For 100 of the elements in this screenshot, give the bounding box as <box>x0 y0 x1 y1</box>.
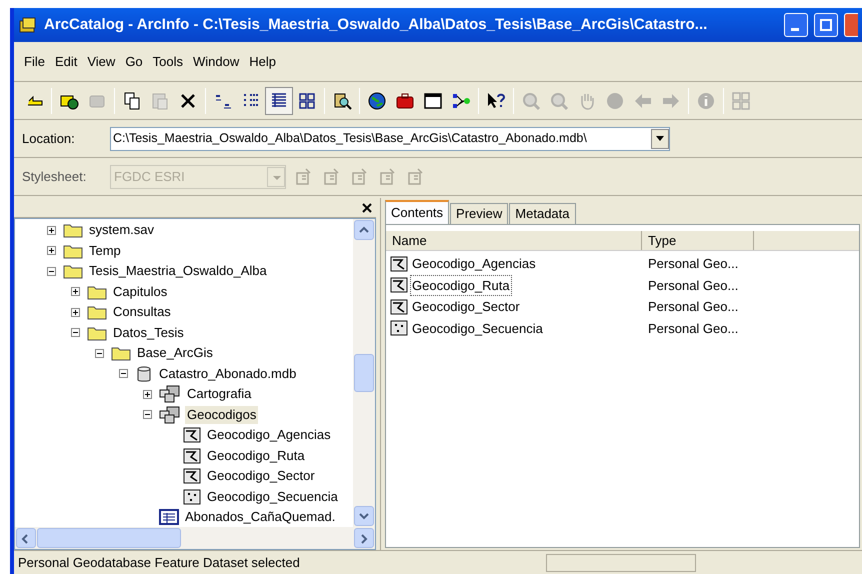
close-icon[interactable] <box>362 202 372 212</box>
grid-icon <box>731 90 751 110</box>
whats-this-help-icon <box>486 90 506 110</box>
point-feature-class-icon <box>390 320 408 336</box>
tree-item[interactable]: Catastro_Abonado.mdb <box>157 364 298 383</box>
expand-icon[interactable] <box>143 390 152 399</box>
collapse-icon[interactable] <box>143 410 152 420</box>
table-icon <box>159 509 179 526</box>
tab[interactable]: Preview <box>450 203 508 224</box>
expand-icon[interactable] <box>47 226 56 235</box>
collapse-icon[interactable] <box>47 266 56 276</box>
table-cell[interactable]: Geocodigo_Secuencia <box>410 318 545 339</box>
point-feature-class-icon <box>183 488 201 505</box>
line-feature-class-icon <box>390 256 408 272</box>
folder-icon <box>87 304 107 320</box>
menu-item[interactable]: Go <box>125 52 143 72</box>
tree-item[interactable]: system.sav <box>87 221 156 240</box>
collapse-icon[interactable] <box>119 369 128 378</box>
copy-icon <box>122 90 142 110</box>
tree-item[interactable]: Base_ArcGis <box>135 344 215 362</box>
stylesheet-label: Stylesheet: <box>22 168 88 186</box>
line-feature-class-icon <box>183 468 201 484</box>
tree-item[interactable]: Capitulos <box>111 282 170 301</box>
collapse-icon[interactable] <box>95 348 104 358</box>
table-cell-text: Personal Geo... <box>647 255 738 273</box>
menu-item[interactable]: Tools <box>152 52 184 72</box>
toolbox-icon <box>395 90 415 110</box>
paste-icon <box>150 90 170 110</box>
line-feature-class-icon <box>390 298 408 315</box>
database-icon <box>135 364 153 383</box>
globe-icon <box>367 90 387 110</box>
scroll-thumb[interactable] <box>37 528 181 548</box>
zoom-out-icon <box>549 90 569 110</box>
scroll-thumb[interactable] <box>354 354 374 392</box>
menu-item[interactable]: Help <box>249 52 276 72</box>
tree-item[interactable]: Temp <box>87 242 123 260</box>
vertical-scrollbar[interactable] <box>353 219 375 527</box>
zoom-in-icon <box>521 90 541 110</box>
folder-icon <box>111 345 131 362</box>
tree-item[interactable]: Geocodigo_Ruta <box>205 446 307 465</box>
tree-item[interactable]: Consultas <box>111 303 173 322</box>
app-icon <box>18 15 38 35</box>
tree-item[interactable]: Abonados_CañaQuemad. <box>183 508 338 526</box>
table-cell-text: Personal Geo... <box>647 320 738 338</box>
column-header[interactable]: Type <box>642 231 754 250</box>
horizontal-scrollbar[interactable] <box>15 527 375 549</box>
dataset-icon <box>159 406 181 424</box>
tree-item[interactable]: Cartografia <box>185 385 254 404</box>
column-header[interactable]: Name <box>386 231 642 250</box>
tab[interactable]: Metadata <box>509 203 576 224</box>
info-icon <box>696 90 716 110</box>
expand-icon[interactable] <box>71 308 80 317</box>
table-cell[interactable]: Geocodigo_Agencias <box>410 253 538 274</box>
location-field[interactable]: C:\Tesis_Maestria_Oswaldo_Alba\Datos_Tesis\Base_ArcGis\Catastro_Abonado.mdb\ <box>110 126 670 150</box>
search-icon <box>332 90 352 110</box>
minimize-button[interactable] <box>784 13 808 37</box>
folder-icon <box>63 222 83 238</box>
caret-icon <box>267 166 285 186</box>
tree-item[interactable]: Geocodigo_Sector <box>205 467 317 486</box>
line-feature-class-icon <box>183 448 201 464</box>
line-feature-class-icon <box>390 277 408 294</box>
folder-icon <box>63 263 83 280</box>
collapse-icon[interactable] <box>71 328 80 338</box>
line-feature-class-icon <box>183 427 201 444</box>
menu-item[interactable]: File <box>24 52 45 72</box>
window-title: ArcCatalog - ArcInfo - C:\Tesis_Maestria_Oswaldo_Alba\Datos_Tesis\Base_ArcGis\Catastro... <box>44 14 708 35</box>
minimize-icon <box>791 28 801 31</box>
expand-icon[interactable] <box>71 287 80 296</box>
toolbar-button[interactable] <box>265 86 293 114</box>
tab[interactable]: Contents <box>385 200 450 224</box>
maximize-icon <box>820 19 832 31</box>
tree-item[interactable]: Tesis_Maestria_Oswaldo_Alba <box>87 262 269 280</box>
status-text: Personal Geodatabase Feature Dataset selected <box>17 554 301 572</box>
folder-icon <box>87 284 107 300</box>
menu-item[interactable]: View <box>87 52 116 72</box>
menu-item[interactable]: Edit <box>54 52 78 72</box>
dataset-icon <box>159 385 181 404</box>
table-cell-text: Personal Geo... <box>647 298 738 316</box>
expand-icon[interactable] <box>47 246 56 256</box>
menu-item[interactable]: Window <box>193 52 240 72</box>
tree-item[interactable]: Geocodigo_Agencias <box>205 426 333 444</box>
scroll-right-button[interactable] <box>354 528 374 548</box>
table-cell[interactable]: Geocodigo_Sector <box>410 296 522 318</box>
window-icon <box>423 90 443 110</box>
scroll-down-button[interactable] <box>354 506 374 526</box>
full-extent-icon <box>605 90 625 110</box>
table-cell[interactable]: Geocodigo_Ruta <box>410 274 512 296</box>
maximize-button[interactable] <box>814 13 838 37</box>
tree-item[interactable]: Geocodigos <box>185 406 258 424</box>
scroll-left-button[interactable] <box>16 528 36 548</box>
table-cell-text: Personal Geo... <box>647 276 738 294</box>
folder-icon <box>87 324 107 341</box>
scroll-up-button[interactable] <box>354 220 374 240</box>
close-button[interactable] <box>844 13 858 37</box>
location-label: Location: <box>22 130 76 148</box>
tree-item[interactable]: Datos_Tesis <box>111 324 186 342</box>
tree-item[interactable]: Geocodigo_Secuencia <box>205 488 340 506</box>
folder-icon <box>63 242 83 259</box>
thumbnails-icon <box>297 90 317 110</box>
dropdown-button[interactable] <box>651 128 669 148</box>
